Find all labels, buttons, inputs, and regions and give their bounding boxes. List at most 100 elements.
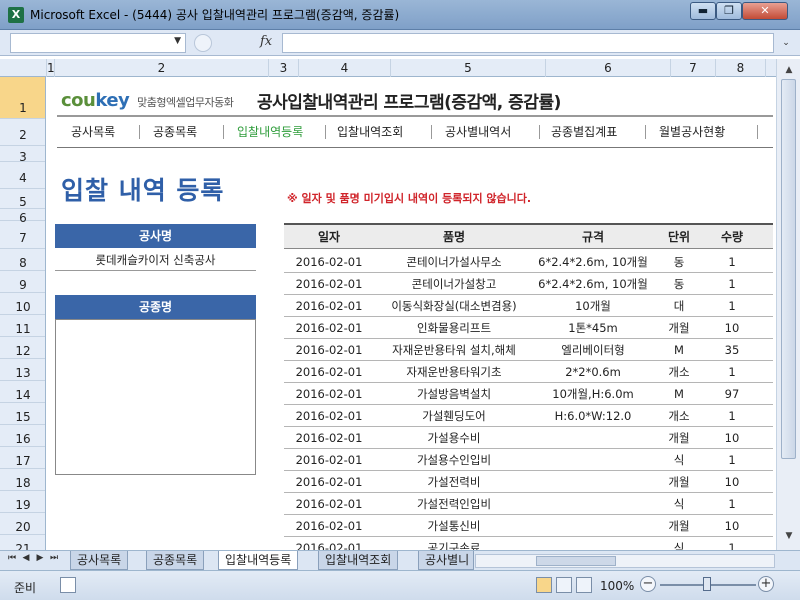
table-cell[interactable]: 2016-02-01 — [284, 471, 374, 493]
zoom-slider-thumb[interactable] — [703, 577, 711, 591]
row-header[interactable]: 10 — [0, 293, 45, 315]
table-cell[interactable]: 2016-02-01 — [284, 515, 374, 537]
table-cell[interactable]: 개월 — [652, 515, 706, 537]
table-cell[interactable]: 2016-02-01 — [284, 317, 374, 339]
minimize-button[interactable]: ▬ — [690, 2, 716, 20]
table-cell[interactable]: 2016-02-01 — [284, 251, 374, 273]
table-cell[interactable]: 엘리베이터형 — [534, 339, 652, 361]
row-header[interactable]: 17 — [0, 447, 45, 469]
row-header[interactable]: 9 — [0, 271, 45, 293]
table-cell[interactable]: 97 — [706, 383, 758, 405]
menu-item[interactable]: 공사목록 — [71, 123, 115, 140]
horizontal-scroll-thumb[interactable] — [536, 556, 616, 566]
table-cell[interactable]: 가설통신비 — [374, 515, 534, 537]
row-header[interactable]: 1 — [0, 77, 45, 119]
table-cell[interactable]: 자재운반용타워 설치,해체 — [374, 339, 534, 361]
table-cell[interactable]: 가설휀딩도어 — [374, 405, 534, 427]
table-cell[interactable]: 10 — [706, 515, 758, 537]
row-header[interactable]: 5 — [0, 189, 45, 209]
first-sheet-icon[interactable]: ⏮ — [6, 553, 18, 563]
table-cell[interactable]: 콘테이너가설창고 — [374, 273, 534, 295]
table-cell[interactable]: 개소 — [652, 361, 706, 383]
table-cell[interactable]: 35 — [706, 339, 758, 361]
table-cell[interactable]: 가설용수인입비 — [374, 449, 534, 471]
table-cell[interactable]: 2016-02-01 — [284, 273, 374, 295]
sheet-tab[interactable]: 입찰내역등록 — [218, 551, 299, 570]
table-row[interactable]: 2016-02-01 가설휀딩도어 H:6.0*W:12.0 개소 1 — [284, 405, 773, 427]
vertical-scroll-thumb[interactable] — [781, 79, 796, 459]
column-header[interactable]: 6 — [546, 59, 671, 77]
table-cell[interactable] — [534, 515, 652, 537]
table-row[interactable]: 2016-02-01 인화물용리프트 1톤*45m 개월 10 — [284, 317, 773, 339]
row-header[interactable]: 16 — [0, 425, 45, 447]
zoom-in-button[interactable]: + — [758, 576, 774, 592]
table-cell[interactable] — [534, 537, 652, 550]
macro-record-icon[interactable] — [60, 577, 76, 593]
table-cell[interactable]: 개월 — [652, 317, 706, 339]
table-cell[interactable]: 공기구손료 — [374, 537, 534, 550]
column-header[interactable]: 1 — [47, 59, 55, 77]
table-cell[interactable]: M — [652, 339, 706, 361]
table-cell[interactable]: 식 — [652, 449, 706, 471]
table-cell[interactable]: 2016-02-01 — [284, 537, 374, 550]
column-header[interactable]: 8 — [716, 59, 766, 77]
table-cell[interactable] — [534, 427, 652, 449]
table-cell[interactable]: 개월 — [652, 427, 706, 449]
expand-formula-icon[interactable]: ⌄ — [778, 34, 794, 52]
menu-item[interactable]: 월별공사현황 — [659, 123, 725, 140]
normal-view-icon[interactable] — [536, 577, 552, 593]
sheet-tab[interactable]: 공사별니 — [418, 551, 474, 570]
table-row[interactable]: 2016-02-01 이동식화장실(대소변겸용) 10개월 대 1 — [284, 295, 773, 317]
worksheet[interactable]: coukey 맞춤형엑셀업무자동화 공사입찰내역관리 프로그램(증감액, 증감률… — [47, 77, 776, 550]
table-row[interactable]: 2016-02-01 가설용수인입비 식 1 — [284, 449, 773, 471]
table-cell[interactable]: 10 — [706, 317, 758, 339]
column-header[interactable]: 4 — [299, 59, 391, 77]
table-cell[interactable] — [534, 493, 652, 515]
table-cell[interactable]: 2016-02-01 — [284, 427, 374, 449]
table-cell[interactable]: 가설전력인입비 — [374, 493, 534, 515]
table-cell[interactable]: 2*2*0.6m — [534, 361, 652, 383]
table-cell[interactable]: 가설용수비 — [374, 427, 534, 449]
sheet-tab[interactable]: 입찰내역조회 — [318, 551, 399, 570]
table-cell[interactable] — [534, 471, 652, 493]
maximize-button[interactable]: ❐ — [716, 2, 742, 20]
project-name-value[interactable]: 롯데캐슬카이저 신축공사 — [55, 249, 256, 271]
table-row[interactable]: 2016-02-01 가설전력인입비 식 1 — [284, 493, 773, 515]
page-break-view-icon[interactable] — [576, 577, 592, 593]
menu-item[interactable]: 공사별내역서 — [445, 123, 511, 140]
table-cell[interactable]: H:6.0*W:12.0 — [534, 405, 652, 427]
table-cell[interactable]: 10개월 — [534, 295, 652, 317]
table-cell[interactable]: 이동식화장실(대소변겸용) — [374, 295, 534, 317]
table-cell[interactable]: 1 — [706, 251, 758, 273]
row-header[interactable]: 7 — [0, 221, 45, 249]
trade-name-list[interactable] — [55, 319, 256, 475]
table-cell[interactable]: 2016-02-01 — [284, 383, 374, 405]
table-cell[interactable]: 1 — [706, 273, 758, 295]
table-cell[interactable]: 인화물용리프트 — [374, 317, 534, 339]
next-sheet-icon[interactable]: ▶ — [34, 553, 46, 563]
row-header[interactable]: 13 — [0, 359, 45, 381]
column-header[interactable]: 5 — [391, 59, 546, 77]
table-row[interactable]: 2016-02-01 가설방음벽설치 10개월,H:6.0m M 97 — [284, 383, 773, 405]
column-header[interactable]: 2 — [55, 59, 269, 77]
table-cell[interactable]: 개소 — [652, 405, 706, 427]
formula-input[interactable] — [282, 33, 774, 53]
row-header[interactable]: 11 — [0, 315, 45, 337]
table-cell[interactable]: 1 — [706, 493, 758, 515]
scroll-up-icon[interactable]: ▲ — [782, 63, 796, 77]
row-header[interactable]: 19 — [0, 491, 45, 513]
table-cell[interactable]: 2016-02-01 — [284, 361, 374, 383]
table-cell[interactable]: 1 — [706, 405, 758, 427]
page-layout-view-icon[interactable] — [556, 577, 572, 593]
close-button[interactable]: ✕ — [742, 2, 788, 20]
column-header[interactable]: 3 — [269, 59, 299, 77]
sheet-tab[interactable]: 공종목록 — [146, 551, 205, 570]
row-header[interactable]: 4 — [0, 162, 45, 189]
insert-function-button[interactable]: fx — [260, 34, 272, 49]
row-header[interactable]: 15 — [0, 403, 45, 425]
row-header[interactable]: 18 — [0, 469, 45, 491]
table-cell[interactable]: 1 — [706, 295, 758, 317]
last-sheet-icon[interactable]: ⏭ — [48, 553, 60, 563]
table-cell[interactable]: 1 — [706, 537, 758, 550]
prev-sheet-icon[interactable]: ◀ — [20, 553, 32, 563]
